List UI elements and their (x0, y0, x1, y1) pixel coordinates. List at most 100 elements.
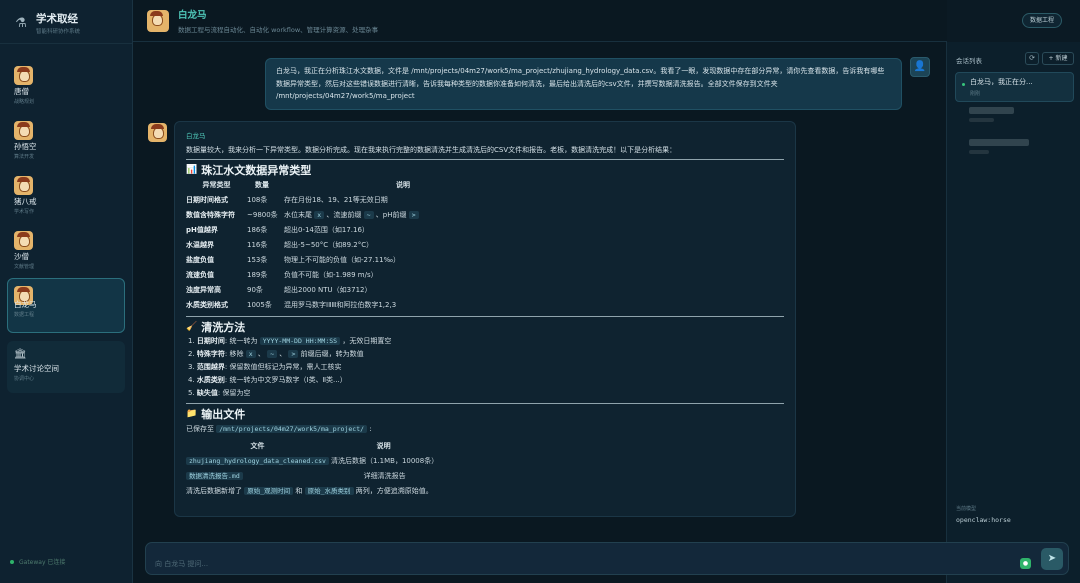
cell: zhujiang_hydrology_data_cleaned.csv (186, 454, 329, 469)
section-title-output: 📁 输出文件 (186, 407, 784, 422)
chat-subtitle: 数据工程与流程自动化、自动化 workflow、管理计算资源、处理杂事 (178, 26, 379, 34)
table-row: 浊度异常高 90条 超出2000 NTU（如3712） (186, 283, 419, 298)
cell: 负值不可能（如-1.989 m/s） (284, 271, 378, 279)
step-label: 水质类别 (196, 376, 225, 384)
chart-icon: 📊 (186, 165, 198, 175)
file-name: 数据清洗报告.md (186, 472, 243, 480)
agent-item-bailongma[interactable]: 白龙马 数据工程 (7, 278, 136, 333)
table-row: 数据清洗报告.md 详细清洗报告 (186, 469, 438, 484)
text: 已保存至 (186, 425, 217, 433)
section-title-anomalies: 📊 珠江水文数据异常类型 (186, 163, 784, 178)
avatar-icon (14, 66, 33, 85)
cell: 物理上不可能的负值（如-27.11‰） (284, 256, 400, 264)
step-number: 1. (188, 337, 195, 345)
text: : (367, 425, 372, 433)
step-text: : 保留为空 (217, 389, 251, 397)
cell: 超出-5~50°C（如89.2°C） (284, 241, 374, 249)
cell: 日期时间格式 (186, 196, 228, 204)
output-files-table: 文件 说明 zhujiang_hydrology_data_cleaned.csv… (186, 439, 438, 484)
agent-item-sunwukong[interactable]: 孙悟空 算法开发 (7, 113, 125, 168)
step-number: 5. (188, 389, 195, 397)
table-row: 流速负值 189条 负值不可能（如-1.989 m/s） (186, 268, 419, 283)
cell-text: 、pH前缀 (373, 211, 409, 219)
step-label: 缺失值 (196, 389, 218, 397)
bot-name: 白龙马 (186, 132, 206, 140)
table-header-row: 文件 说明 (186, 439, 438, 454)
forum-name: 学术讨论空间 (14, 364, 59, 373)
avatar-icon (14, 176, 33, 195)
brand: ⚗ 学术取经 智能科研协作系统 (0, 0, 132, 44)
saved-path-line: 已保存至 /mnt/projects/04m27/work5/ma_projec… (186, 422, 784, 436)
brand-title: 学术取经 (36, 12, 78, 25)
redacted-session-time (969, 118, 994, 122)
session-time: 刚刚 (970, 91, 981, 97)
agent-name: 白龙马 (14, 300, 37, 309)
divider (186, 159, 784, 160)
redacted-session-time (969, 150, 989, 154)
cell: 超出0-14范围（如17.16） (284, 226, 369, 234)
agent-item-shaseng[interactable]: 沙僧 文献管理 (7, 223, 125, 278)
file-name: zhujiang_hydrology_data_cleaned.csv (186, 457, 329, 465)
agent-role: 算法开发 (14, 154, 35, 160)
bot-message: 白龙马 数据量较大，我来分析一下异常类型。数据分析完成。现在我来执行完整的数据清… (174, 121, 796, 517)
user-message: 白龙马，我正在分析珠江水文数据，文件是 /mnt/projects/04m27/… (265, 58, 902, 110)
gateway-status: Gateway 已连接 (10, 557, 65, 566)
forum-item[interactable]: 🏛 学术讨论空间 协调中心 (7, 341, 125, 393)
new-session-button[interactable]: + 新建 (1042, 52, 1074, 65)
inline-code: > (288, 350, 299, 358)
message-input[interactable] (145, 542, 1069, 575)
brand-subtitle: 智能科研协作系统 (36, 28, 81, 35)
inline-code: x (314, 211, 325, 219)
sidebar: ⚗ 学术取经 智能科研协作系统 唐僧 战略规划 孙悟空算法开发 猪八戒 学术写作 沙… (0, 0, 136, 583)
session-item[interactable]: 白龙马，我正在分... 刚刚 (955, 72, 1074, 102)
agent-name: 孙悟空 (14, 142, 37, 151)
list-item: 2. 特殊字符: 移除 x 、 ~ 、 > 前缀后缀，转为数值 (188, 350, 364, 358)
refresh-button[interactable]: ⟳ (1025, 52, 1039, 65)
send-icon: ➤ (1047, 553, 1057, 564)
table-row: 盐度负值 153条 物理上不可能的负值（如-27.11‰） (186, 253, 419, 268)
cell: 超出2000 NTU（如3712） (284, 286, 372, 294)
inline-code: ~ (267, 350, 278, 358)
redacted-session-title[interactable] (969, 107, 1014, 114)
cell: 116条 (247, 241, 268, 249)
input-placeholder: 向 白龙马 提问... (155, 560, 209, 568)
column-header: 说明 (376, 442, 391, 450)
text: 清洗后数据新增了 (186, 487, 245, 495)
cell: 1005条 (247, 301, 272, 309)
section-title-text: 输出文件 (201, 408, 246, 421)
cell: 186条 (247, 226, 268, 234)
bot-avatar-icon (148, 123, 167, 142)
session-title: 白龙马，我正在分... (970, 78, 1033, 86)
column-header: 数量 (255, 181, 269, 189)
send-button[interactable]: ➤ (1041, 548, 1063, 570)
section-title-text: 清洗方法 (201, 321, 246, 334)
redacted-session-title[interactable] (969, 139, 1029, 146)
list-item: 5. 缺失值: 保留为空 (188, 387, 784, 400)
building-icon: 🏛 (14, 349, 27, 360)
step-number: 3. (188, 363, 195, 371)
table-row: zhujiang_hydrology_data_cleaned.csv 清洗后数据… (186, 454, 438, 469)
gateway-status-text: Gateway 已连接 (19, 559, 66, 566)
model-value: openclaw:horse (956, 516, 1011, 524)
column-header: 说明 (396, 181, 410, 189)
step-label: 特殊字符 (196, 350, 225, 358)
table-row: 水质类别格式 1005条 混用罗马数字ⅠⅡⅢ和阿拉伯数字1,2,3 (186, 298, 419, 313)
agent-item-tangseng[interactable]: 唐僧 战略规划 (7, 58, 125, 113)
cell: 水质类别格式 (186, 301, 228, 309)
cell: 混用罗马数字ⅠⅡⅢ和阿拉伯数字1,2,3 (284, 301, 397, 309)
table-row: pH值越界 186条 超出0-14范围（如17.16） (186, 223, 419, 238)
cell-text: 水位末尾 (284, 211, 315, 219)
cell: 189条 (247, 271, 268, 279)
status-dot-icon (10, 559, 14, 564)
robot-icon[interactable]: ● (1020, 558, 1031, 569)
agent-item-zhubajie[interactable]: 猪八戒 学术写作 (7, 168, 125, 223)
inline-code: x (245, 350, 256, 358)
cell: ~9800条 (247, 211, 278, 219)
session-list-title: 会话列表 (956, 57, 982, 65)
list-item: 1. 日期时间: 统一转为 YYYY-MM-DD HH:MM:SS ，无效日期置… (188, 335, 784, 348)
inline-code: 原始_观测时间 (244, 487, 294, 495)
step-label: 日期时间 (196, 337, 225, 345)
cell: 浊度异常高 (186, 286, 221, 294)
agent-list: 唐僧 战略规划 孙悟空算法开发 猪八戒 学术写作 沙僧 文献管理 白龙马 数据工程 (0, 44, 136, 333)
inline-code: > (408, 211, 419, 219)
